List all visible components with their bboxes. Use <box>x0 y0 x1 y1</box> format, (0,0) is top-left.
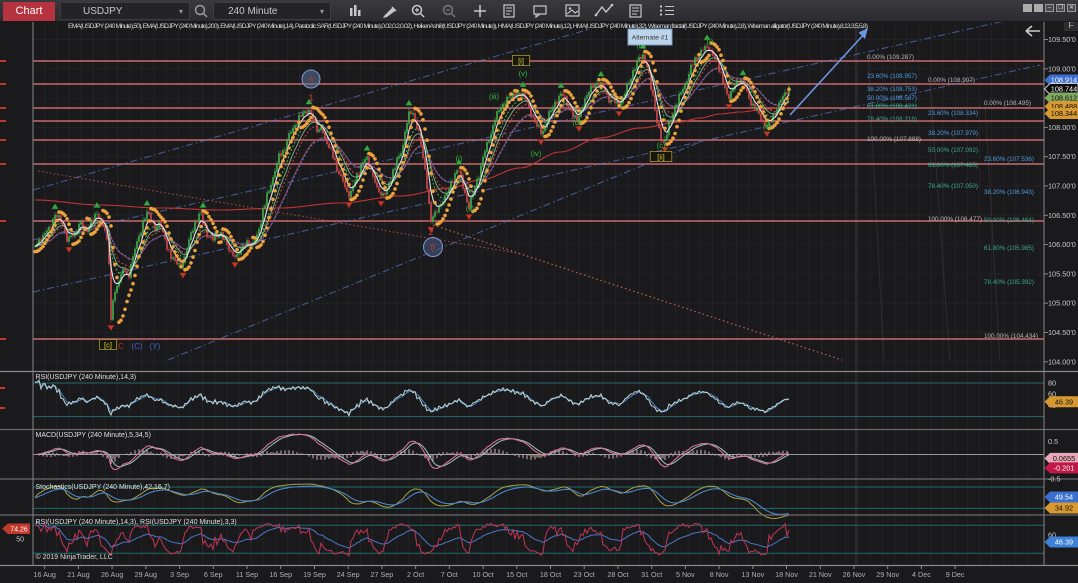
svg-text:[c]: [c] <box>104 341 112 350</box>
svg-text:0.00% (108.495): 0.00% (108.495) <box>984 100 1031 107</box>
svg-text:18 Nov: 18 Nov <box>775 570 798 579</box>
svg-text:107.00'0: 107.00'0 <box>1048 182 1076 191</box>
svg-text:16 Sep: 16 Sep <box>269 570 292 579</box>
svg-text:Stochastics(USDJPY (240 Minute: Stochastics(USDJPY (240 Minute),42,16,7) <box>36 484 171 491</box>
svg-text:(C): (C) <box>131 342 142 351</box>
svg-text:MACD(USDJPY (240 Minute),5,34,: MACD(USDJPY (240 Minute),5,34,5) <box>36 432 151 439</box>
svg-text:13 Nov: 13 Nov <box>741 570 764 579</box>
svg-text:(i): (i) <box>707 37 714 46</box>
svg-text:46.39: 46.39 <box>1055 398 1073 407</box>
svg-text:6 Sep: 6 Sep <box>204 570 223 579</box>
svg-text:(i): (i) <box>456 154 463 163</box>
svg-text:15 Oct: 15 Oct <box>506 570 527 579</box>
svg-text:9 Dec: 9 Dec <box>946 570 965 579</box>
svg-text:109.50'0: 109.50'0 <box>1048 35 1076 44</box>
svg-text:(d): (d) <box>572 118 582 127</box>
svg-text:[ii]: [ii] <box>657 153 665 162</box>
svg-text:100.00% (104.434): 100.00% (104.434) <box>984 333 1038 340</box>
svg-text:© 2019 NinjaTrader, LLC: © 2019 NinjaTrader, LLC <box>36 553 113 561</box>
svg-text:80: 80 <box>1048 379 1056 388</box>
svg-text:38.20% (108.753): 38.20% (108.753) <box>867 86 917 93</box>
svg-text:B: B <box>430 243 435 252</box>
svg-text:7 Oct: 7 Oct <box>441 570 458 579</box>
svg-text:A: A <box>308 75 314 84</box>
svg-text:28 Oct: 28 Oct <box>607 570 628 579</box>
svg-text:38.20% (107.979): 38.20% (107.979) <box>928 130 978 137</box>
svg-text:78.40% (107.050): 78.40% (107.050) <box>928 183 978 190</box>
svg-text:38.20% (106.943): 38.20% (106.943) <box>984 189 1034 196</box>
svg-text:10 Oct: 10 Oct <box>472 570 493 579</box>
svg-text:34.92: 34.92 <box>1055 504 1073 513</box>
svg-text:EMA(USDJPY (240 Minute),50), E: EMA(USDJPY (240 Minute),50), EMA(USDJPY … <box>68 23 868 30</box>
svg-text:49.54: 49.54 <box>1055 493 1073 502</box>
svg-text:0.00% (108.907): 0.00% (108.907) <box>928 77 975 84</box>
svg-text:21 Nov: 21 Nov <box>809 570 832 579</box>
svg-text:100.00% (106.477): 100.00% (106.477) <box>928 216 982 223</box>
svg-text:50: 50 <box>16 537 24 544</box>
svg-text:8 Nov: 8 Nov <box>710 570 729 579</box>
svg-text:108.344: 108.344 <box>1051 109 1077 118</box>
svg-text:23.60% (108.957): 23.60% (108.957) <box>867 73 917 80</box>
svg-text:104.00'0: 104.00'0 <box>1048 357 1076 366</box>
svg-text:3 Sep: 3 Sep <box>170 570 189 579</box>
svg-text:105.00'0: 105.00'0 <box>1048 299 1076 308</box>
svg-text:109.00'0: 109.00'0 <box>1048 64 1076 73</box>
svg-text:0.5: 0.5 <box>1048 437 1058 446</box>
svg-text:108.00'0: 108.00'0 <box>1048 123 1076 132</box>
svg-text:(ii): (ii) <box>466 204 475 213</box>
svg-text:(v): (v) <box>519 69 528 78</box>
svg-text:5 Nov: 5 Nov <box>676 570 695 579</box>
svg-text:106.50'0: 106.50'0 <box>1048 211 1076 220</box>
svg-text:0.00% (109.287): 0.00% (109.287) <box>867 54 914 61</box>
svg-text:(iv): (iv) <box>531 149 542 158</box>
svg-text:C: C <box>118 342 124 351</box>
svg-text:106.00'0: 106.00'0 <box>1048 240 1076 249</box>
svg-text:50.00% (108.587): 50.00% (108.587) <box>867 95 917 102</box>
svg-text:27 Sep: 27 Sep <box>371 570 394 579</box>
svg-text:50.00% (106.464): 50.00% (106.464) <box>984 217 1034 224</box>
svg-text:-0.5: -0.5 <box>1048 474 1061 483</box>
svg-text:(Y): (Y) <box>150 342 161 351</box>
svg-text:31 Oct: 31 Oct <box>641 570 662 579</box>
svg-text:29 Aug: 29 Aug <box>135 570 157 579</box>
svg-text:23.60% (107.536): 23.60% (107.536) <box>984 156 1034 163</box>
svg-text:1: 1 <box>308 93 313 103</box>
svg-text:26 Nov: 26 Nov <box>843 570 866 579</box>
svg-text:108.744: 108.744 <box>1051 85 1077 94</box>
svg-text:(iii): (iii) <box>489 92 499 101</box>
svg-text:100.00% (107.888): 100.00% (107.888) <box>867 136 921 143</box>
svg-text:18 Oct: 18 Oct <box>540 570 561 579</box>
svg-text:0.0655: 0.0655 <box>1053 454 1075 463</box>
svg-text:105.50'0: 105.50'0 <box>1048 269 1076 278</box>
svg-text:61.80% (107.485): 61.80% (107.485) <box>928 162 978 169</box>
svg-text:23 Oct: 23 Oct <box>574 570 595 579</box>
svg-text:4 Dec: 4 Dec <box>912 570 931 579</box>
svg-text:78.40% (105.392): 78.40% (105.392) <box>984 279 1034 286</box>
svg-text:19 Sep: 19 Sep <box>303 570 326 579</box>
svg-text:61.80% (108.421): 61.80% (108.421) <box>867 103 917 110</box>
svg-text:46.39: 46.39 <box>1055 538 1073 547</box>
svg-text:16 Aug: 16 Aug <box>34 570 56 579</box>
svg-text:107.50'0: 107.50'0 <box>1048 152 1076 161</box>
svg-text:29 Nov: 29 Nov <box>876 570 899 579</box>
svg-text:2: 2 <box>428 227 433 237</box>
svg-text:26 Aug: 26 Aug <box>101 570 123 579</box>
svg-text:23.60% (108.334): 23.60% (108.334) <box>928 110 978 117</box>
svg-text:78.40% (108.218): 78.40% (108.218) <box>867 116 917 123</box>
svg-text:74.26: 74.26 <box>10 527 28 534</box>
svg-text:2 Oct: 2 Oct <box>407 570 424 579</box>
svg-text:RSI(USDJPY (240 Minute),14,3),: RSI(USDJPY (240 Minute),14,3), RSI(USDJP… <box>36 519 237 526</box>
svg-text:Alternate #1: Alternate #1 <box>632 35 669 42</box>
svg-text:(ii): (ii) <box>763 122 772 131</box>
svg-text:-0.201: -0.201 <box>1054 464 1075 473</box>
svg-text:24 Sep: 24 Sep <box>337 570 360 579</box>
svg-text:61.80% (105.985): 61.80% (105.985) <box>984 245 1034 252</box>
svg-text:RSI(USDJPY (240 Minute),14,3): RSI(USDJPY (240 Minute),14,3) <box>36 374 137 381</box>
svg-text:(c): (c) <box>657 141 666 150</box>
svg-text:50.00% (107.092): 50.00% (107.092) <box>928 147 978 154</box>
svg-text:[i]: [i] <box>518 57 524 66</box>
svg-text:21 Aug: 21 Aug <box>67 570 89 579</box>
svg-text:11 Sep: 11 Sep <box>236 570 258 579</box>
svg-text:104.50'0: 104.50'0 <box>1048 328 1076 337</box>
